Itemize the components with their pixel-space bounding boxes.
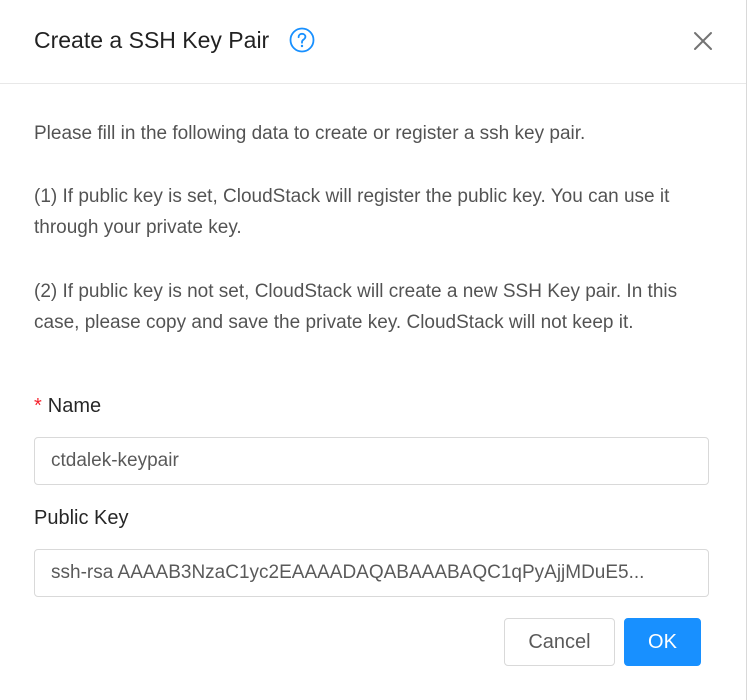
ssh-keypair-dialog: Create a SSH Key Pair Please fill in the… xyxy=(0,0,747,700)
description-public-key-not-set: (2) If public key is not set, CloudStack… xyxy=(34,281,678,333)
ok-button[interactable]: OK xyxy=(624,618,701,666)
question-circle-icon[interactable] xyxy=(289,27,315,53)
description-intro: Please fill in the following data to cre… xyxy=(34,123,586,144)
public-key-input[interactable]: ssh-rsa AAAAB3NzaC1yc2EAAAADAQABAAABAQC1… xyxy=(34,549,709,597)
required-mark: * xyxy=(34,395,42,417)
public-key-label: Public Key xyxy=(34,507,129,529)
description-public-key-set: (1) If public key is set, CloudStack wil… xyxy=(34,186,670,238)
close-icon[interactable] xyxy=(690,28,716,54)
name-label-text: Name xyxy=(47,395,102,417)
dialog-title: Create a SSH Key Pair xyxy=(34,27,270,53)
name-label: * Name xyxy=(34,395,101,418)
dialog-header: Create a SSH Key Pair xyxy=(0,0,746,84)
name-input[interactable]: ctdalek-keypair xyxy=(34,437,709,485)
cancel-button[interactable]: Cancel xyxy=(504,618,615,666)
